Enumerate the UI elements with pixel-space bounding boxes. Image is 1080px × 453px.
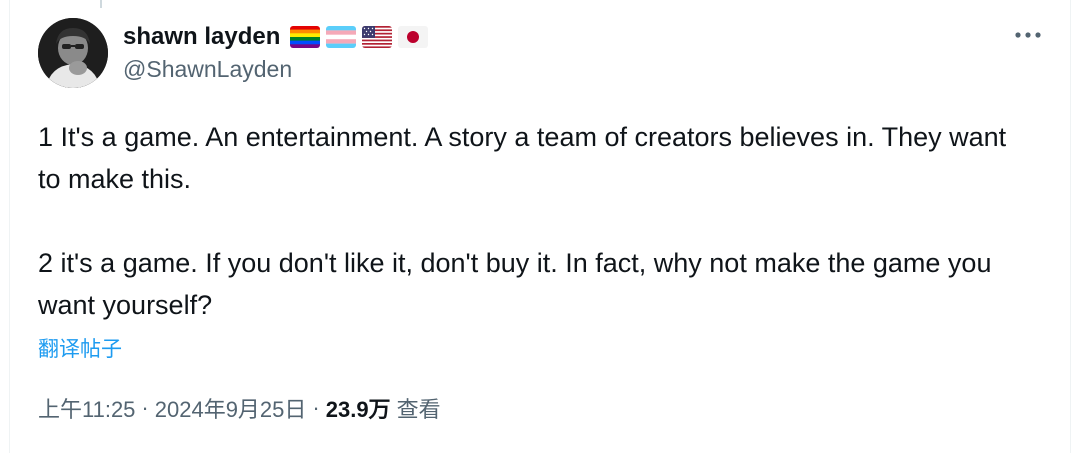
author-name-row: shawn layden (123, 20, 429, 54)
translate-post-link[interactable]: 翻译帖子 (38, 333, 122, 363)
tweet-paragraph-1: 1 It's a game. An entertainment. A story… (38, 122, 1007, 194)
avatar[interactable] (38, 18, 108, 88)
us-flag-icon (362, 26, 393, 48)
japan-flag-icon (398, 26, 429, 48)
tweet-meta-row: 上午11:25 · 2024年9月25日 · 23.9万 查看 (38, 392, 441, 424)
author-handle[interactable]: @ShawnLayden (123, 56, 292, 83)
post-time[interactable]: 上午11:25 (38, 392, 135, 424)
views-label: 查看 (396, 397, 441, 422)
meta-separator: · (141, 395, 149, 420)
thread-connector-line (100, 0, 102, 8)
meta-separator: · (312, 395, 320, 420)
post-date[interactable]: 2024年9月25日 (155, 392, 307, 424)
views-count: 23.9万 (325, 397, 391, 422)
more-options-button[interactable] (1010, 20, 1046, 50)
tweet-card: shawn layden @ShawnLayden 1 It's a game.… (0, 0, 1080, 453)
more-dots-icon (1015, 32, 1041, 38)
tweet-paragraph-2: 2 it's a game. If you don't like it, don… (38, 248, 992, 320)
author-display-name[interactable]: shawn layden (123, 23, 280, 51)
rainbow-pride-flag-icon (290, 26, 321, 48)
transgender-flag-icon (326, 26, 357, 48)
avatar-photo (38, 18, 108, 88)
card-border-right (1070, 0, 1071, 453)
card-border-left (9, 0, 10, 453)
tweet-text: 1 It's a game. An entertainment. A story… (38, 116, 1028, 326)
